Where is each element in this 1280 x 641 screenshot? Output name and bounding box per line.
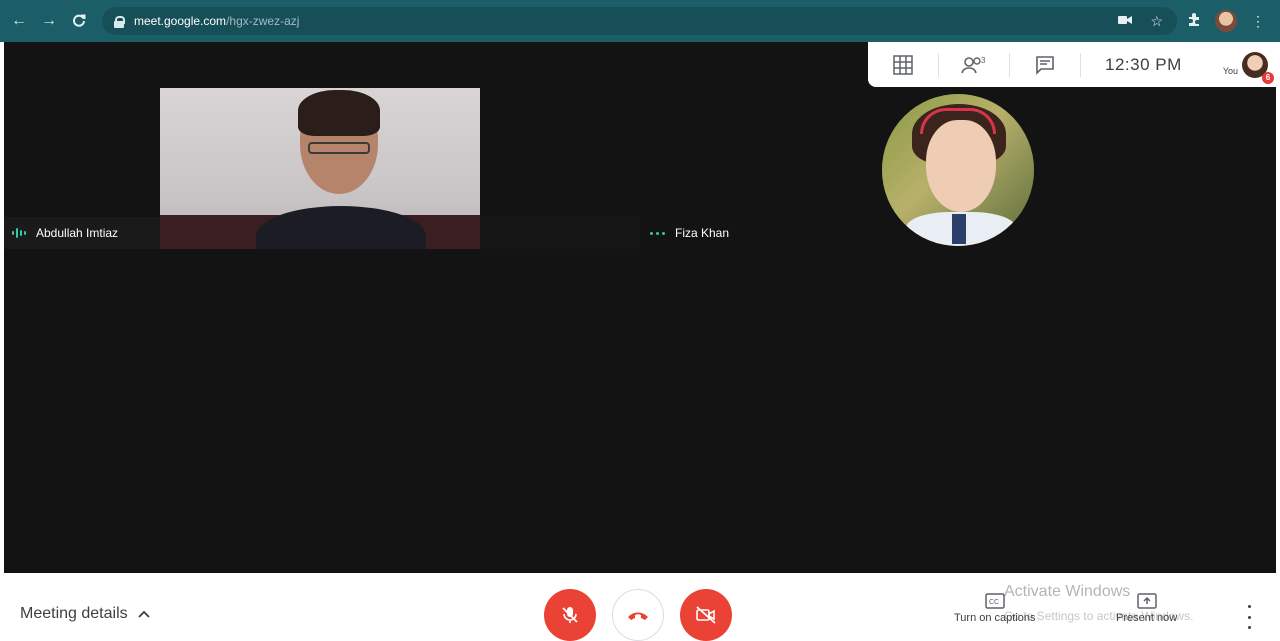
participant-name: Abdullah Imtiaz: [36, 226, 119, 240]
meeting-info-panel: 3 12:30 PM You 6: [868, 42, 1276, 87]
self-avatar-tile[interactable]: [882, 94, 1034, 246]
people-icon: 3: [961, 56, 986, 73]
divider: [1080, 52, 1081, 77]
back-icon[interactable]: ←: [8, 10, 30, 32]
layout-grid-button[interactable]: [868, 42, 938, 87]
muted-dots-icon: [650, 231, 665, 235]
present-now-button[interactable]: Present now: [1116, 593, 1177, 624]
meeting-clock: 12:30 PM: [1105, 54, 1182, 74]
forward-icon[interactable]: →: [38, 10, 60, 32]
meeting-controls-bar: Meeting details Activate Windows Go to S…: [0, 573, 1280, 641]
meeting-stage: Abdullah Imtiaz Fiza Khan: [4, 42, 1276, 573]
meeting-details-button[interactable]: Meeting details: [20, 605, 150, 623]
reload-svg: [73, 14, 86, 27]
speaking-indicator-icon: [12, 228, 26, 238]
svg-text:3: 3: [981, 56, 986, 65]
mic-off-icon: [562, 607, 578, 623]
dot: [1247, 605, 1251, 608]
present-screen-icon: [1136, 593, 1157, 609]
participant-name: Fiza Khan: [675, 226, 730, 240]
video-person-hair: [298, 90, 380, 136]
lock-icon: [114, 15, 125, 28]
profile-avatar[interactable]: [1215, 10, 1237, 32]
meeting-details-label: Meeting details: [20, 605, 128, 622]
participant-video-abdullah[interactable]: [160, 88, 480, 249]
dot: [1247, 615, 1251, 619]
star-icon[interactable]: ☆: [1150, 13, 1163, 30]
avatar-hairband: [920, 108, 996, 134]
video-person-glasses: [308, 142, 370, 154]
captions-button[interactable]: CC Turn on captions: [954, 593, 1036, 624]
avatar-tie: [952, 214, 966, 244]
dot: [1247, 626, 1251, 629]
participant-label-fiza: Fiza Khan: [650, 217, 729, 249]
you-label: You: [1222, 65, 1238, 76]
notification-badge: 6: [1262, 71, 1274, 84]
video-off-icon: [696, 606, 716, 624]
address-bar[interactable]: meet.google.com/hgx-zwez-azj ☆: [102, 7, 1177, 35]
captions-icon: CC: [985, 593, 1005, 609]
participant-strip-filler: [480, 217, 640, 249]
hang-up-icon: [628, 612, 648, 620]
participants-button[interactable]: 3: [939, 42, 1009, 87]
svg-text:CC: CC: [989, 599, 999, 606]
participant-label-abdullah: Abdullah Imtiaz: [4, 217, 160, 249]
captions-label: Turn on captions: [954, 612, 1036, 624]
self-indicator[interactable]: You 6: [1222, 51, 1276, 84]
camera-toggle-button[interactable]: [680, 589, 732, 641]
leave-call-button[interactable]: [612, 589, 664, 641]
url-path: /hgx-zwez-azj: [226, 14, 300, 28]
grid-icon: [893, 54, 913, 75]
mic-toggle-button[interactable]: [544, 589, 596, 641]
camera-icon[interactable]: [1118, 14, 1133, 28]
browser-toolbar: ← → meet.google.com/hgx-zwez-azj ☆ ⋮: [0, 0, 1280, 42]
chevron-up-icon: [137, 610, 150, 618]
chat-icon: [1036, 55, 1054, 75]
reload-icon[interactable]: [68, 10, 90, 32]
present-label: Present now: [1116, 612, 1178, 624]
extensions-icon[interactable]: [1187, 12, 1201, 31]
url-host: meet.google.com: [134, 14, 227, 28]
more-options-button[interactable]: [1240, 605, 1258, 629]
chat-button[interactable]: [1010, 42, 1080, 87]
kebab-menu-icon[interactable]: ⋮: [1251, 14, 1265, 28]
